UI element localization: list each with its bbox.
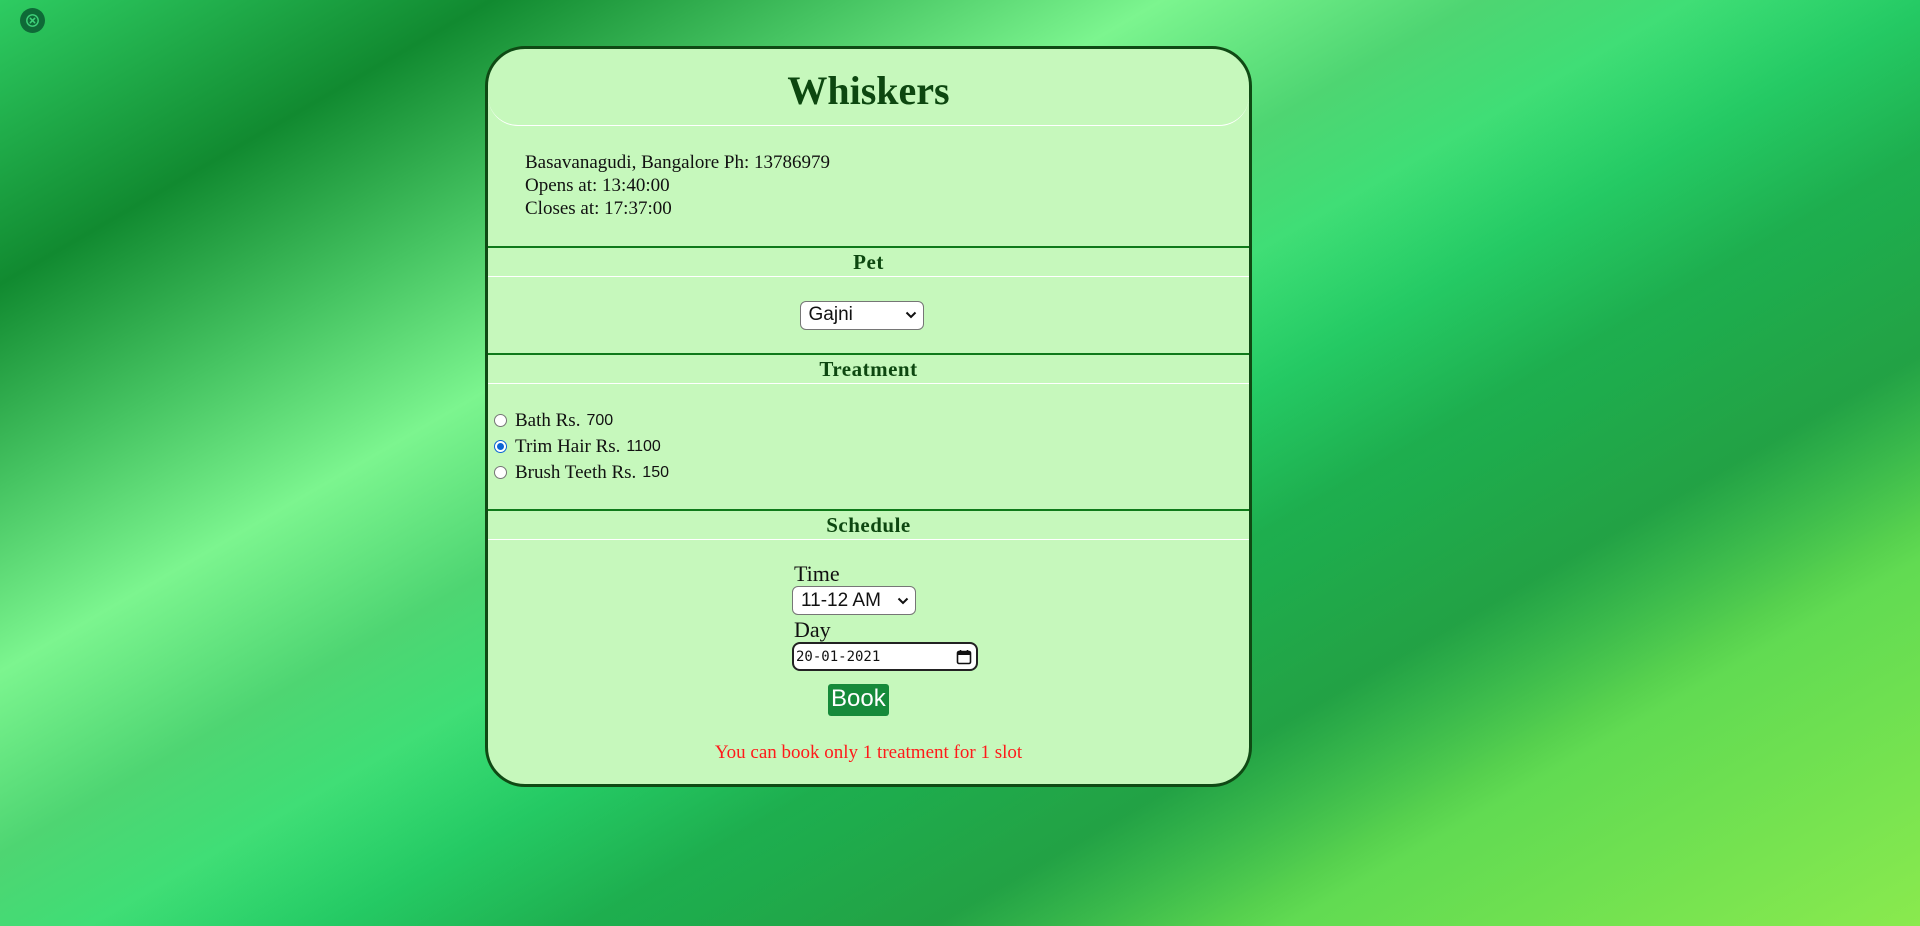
treatment-label: Bath Rs.	[515, 410, 581, 431]
treatment-section: Bath Rs. 700 Trim Hair Rs. 1100 Brush Te…	[488, 384, 1249, 509]
chevron-down-icon	[897, 597, 909, 604]
treatment-price: 1100	[626, 438, 661, 455]
shop-name: Whiskers	[787, 67, 950, 113]
time-select-value: 11-12 AM	[801, 589, 881, 611]
treatment-option-brush-teeth[interactable]: Brush Teeth Rs. 150	[493, 460, 1249, 486]
treatment-option-bath[interactable]: Bath Rs. 700	[493, 408, 1249, 434]
pet-section: Gajni	[488, 277, 1249, 353]
treatment-radio-bath[interactable]	[494, 413, 507, 427]
treatment-option-trim-hair[interactable]: Trim Hair Rs. 1100	[493, 434, 1249, 460]
booking-card: Whiskers Basavanagudi, Bangalore Ph: 137…	[485, 46, 1252, 787]
shop-address: Basavanagudi, Bangalore Ph: 13786979	[525, 152, 831, 173]
card-header: Whiskers	[488, 49, 1249, 126]
shop-info: Basavanagudi, Bangalore Ph: 13786979 Ope…	[488, 126, 1249, 246]
pet-select-value: Gajni	[808, 304, 853, 325]
pet-section-heading: Pet	[488, 246, 1249, 277]
day-date-value: 20-01-2021	[796, 648, 881, 665]
book-button[interactable]: Book	[828, 684, 889, 716]
treatment-radio-trim-hair[interactable]	[494, 439, 507, 453]
chevron-down-icon	[905, 311, 916, 319]
day-date-input[interactable]: 20-01-2021	[792, 642, 978, 671]
treatment-radio-brush-teeth[interactable]	[494, 465, 507, 479]
time-label: Time	[794, 561, 840, 586]
shop-closing-time: Closes at: 17:37:00	[525, 198, 672, 219]
schedule-section-heading: Schedule	[488, 509, 1249, 540]
time-select[interactable]: 11-12 AM	[792, 586, 916, 615]
treatment-label: Trim Hair Rs.	[515, 436, 621, 457]
shop-opening-time: Opens at: 13:40:00	[525, 175, 670, 196]
close-button[interactable]	[20, 8, 45, 33]
treatment-label: Brush Teeth Rs.	[515, 462, 637, 483]
pet-select[interactable]: Gajni	[799, 300, 924, 330]
day-label: Day	[794, 617, 831, 642]
treatment-price: 150	[642, 464, 669, 481]
treatment-price: 700	[586, 412, 614, 429]
treatment-section-heading: Treatment	[488, 353, 1249, 384]
schedule-fields: Time 11-12 AM Day 20-01-2021	[792, 562, 978, 671]
booking-warning: You can book only 1 treatment for 1 slot	[714, 742, 1023, 763]
schedule-section: Time 11-12 AM Day 20-01-2021 Book You ca…	[488, 540, 1249, 784]
calendar-icon[interactable]	[956, 649, 972, 665]
close-icon	[26, 14, 39, 27]
